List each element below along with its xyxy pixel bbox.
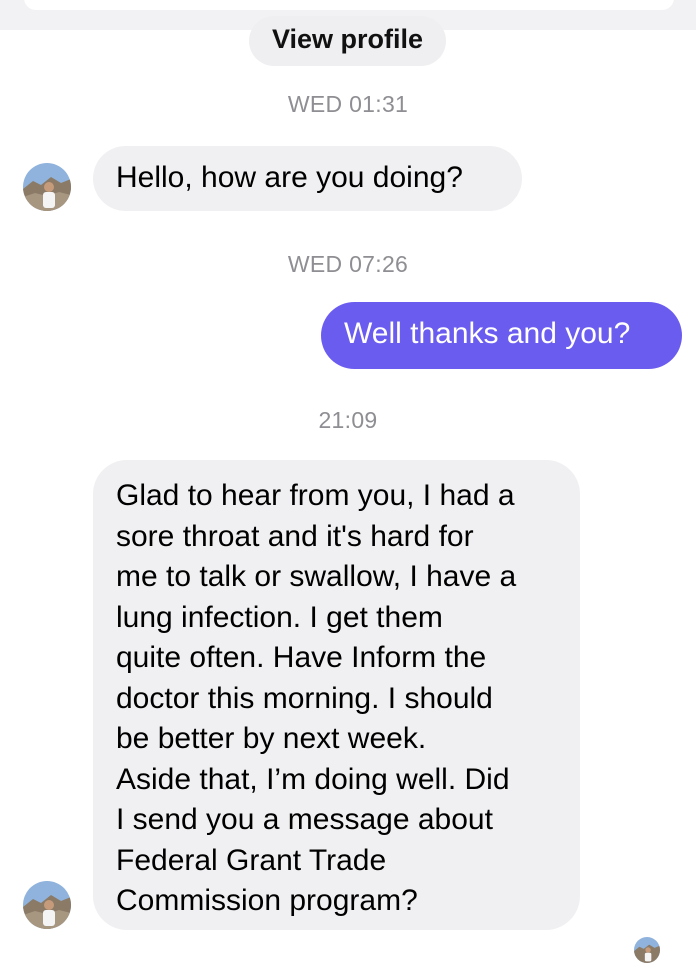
message-line: quite often. Have Inform the — [116, 641, 487, 674]
message-line: Glad to hear from you, I had a — [116, 479, 515, 512]
read-receipt-avatar — [634, 937, 660, 963]
avatar-photo-icon — [634, 937, 660, 963]
timestamp-wed-0726: WED 07:26 — [287, 251, 409, 277]
top-search-card[interactable] — [24, 0, 674, 10]
message-line: be better by next week. — [116, 722, 427, 755]
message-line: Commission program? — [116, 884, 418, 917]
message-line: lung infection. I get them — [116, 600, 443, 634]
contact-avatar[interactable] — [23, 163, 71, 211]
timestamp-wed-0131: WED 01:31 — [287, 91, 409, 117]
message-line: Aside that, I’m doing well. Did — [116, 762, 510, 796]
timestamp-2109: 21:09 — [318, 407, 378, 433]
contact-avatar[interactable] — [23, 881, 71, 929]
message-line: doctor this morning. I should — [116, 681, 493, 715]
message-bubble-incoming[interactable]: Hello, how are you doing? — [93, 146, 522, 211]
message-bubble-incoming-long[interactable]: Glad to hear from you, I had a sore thro… — [93, 460, 580, 930]
message-line: sore throat and it's hard for — [116, 519, 474, 553]
view-profile-button[interactable]: View profile — [249, 16, 446, 66]
message-line: I send you a message about — [116, 803, 493, 836]
message-line: Federal Grant Trade — [116, 843, 387, 877]
avatar-photo-icon — [23, 163, 71, 211]
message-line: me to talk or swallow, I have a — [116, 560, 517, 593]
avatar-photo-icon — [23, 881, 71, 929]
message-bubble-outgoing[interactable]: Well thanks and you? — [321, 302, 682, 369]
